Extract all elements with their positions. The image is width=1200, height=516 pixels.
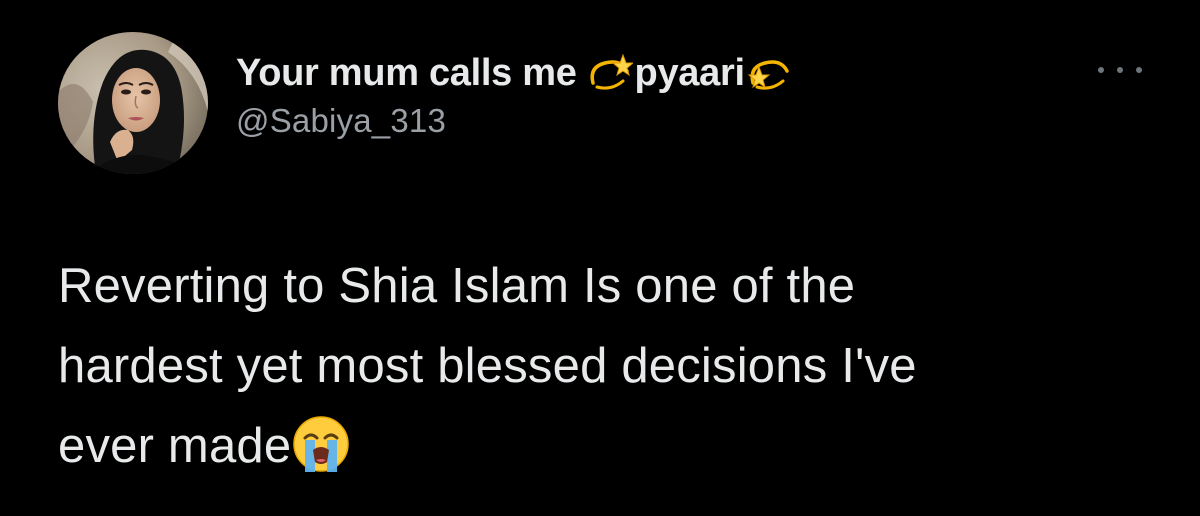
more-dot bbox=[1117, 67, 1123, 73]
tweet-header: Your mum calls me pyaari @Sabiya_313 bbox=[236, 48, 1056, 148]
loudly-crying-face-emoji-icon bbox=[291, 414, 351, 474]
tweet-card: Your mum calls me pyaari @Sabiya_313 Rev… bbox=[0, 0, 1200, 516]
author-display-name[interactable]: Your mum calls me bbox=[236, 52, 577, 95]
author-handle[interactable]: @Sabiya_313 bbox=[236, 102, 1056, 140]
more-dot bbox=[1136, 67, 1142, 73]
dizzy-star-emoji-icon bbox=[587, 53, 633, 93]
tweet-text-line: Reverting to Shia Islam Is one of the bbox=[58, 259, 856, 313]
tweet-text-line: ever made bbox=[58, 419, 292, 473]
avatar-image bbox=[58, 32, 208, 174]
tweet-text: Reverting to Shia Islam Is one of the ha… bbox=[58, 246, 1168, 486]
dizzy-star-emoji-icon bbox=[747, 53, 793, 93]
author-display-name-suffix[interactable]: pyaari bbox=[635, 52, 745, 95]
tweet-text-line: hardest yet most blessed decisions I've bbox=[58, 339, 917, 393]
tweet-text-line-last: ever made bbox=[58, 406, 1168, 486]
avatar[interactable] bbox=[58, 32, 208, 174]
more-horizontal-icon[interactable] bbox=[1098, 58, 1142, 82]
more-dot bbox=[1098, 67, 1104, 73]
author-name-row[interactable]: Your mum calls me pyaari bbox=[236, 48, 1056, 98]
